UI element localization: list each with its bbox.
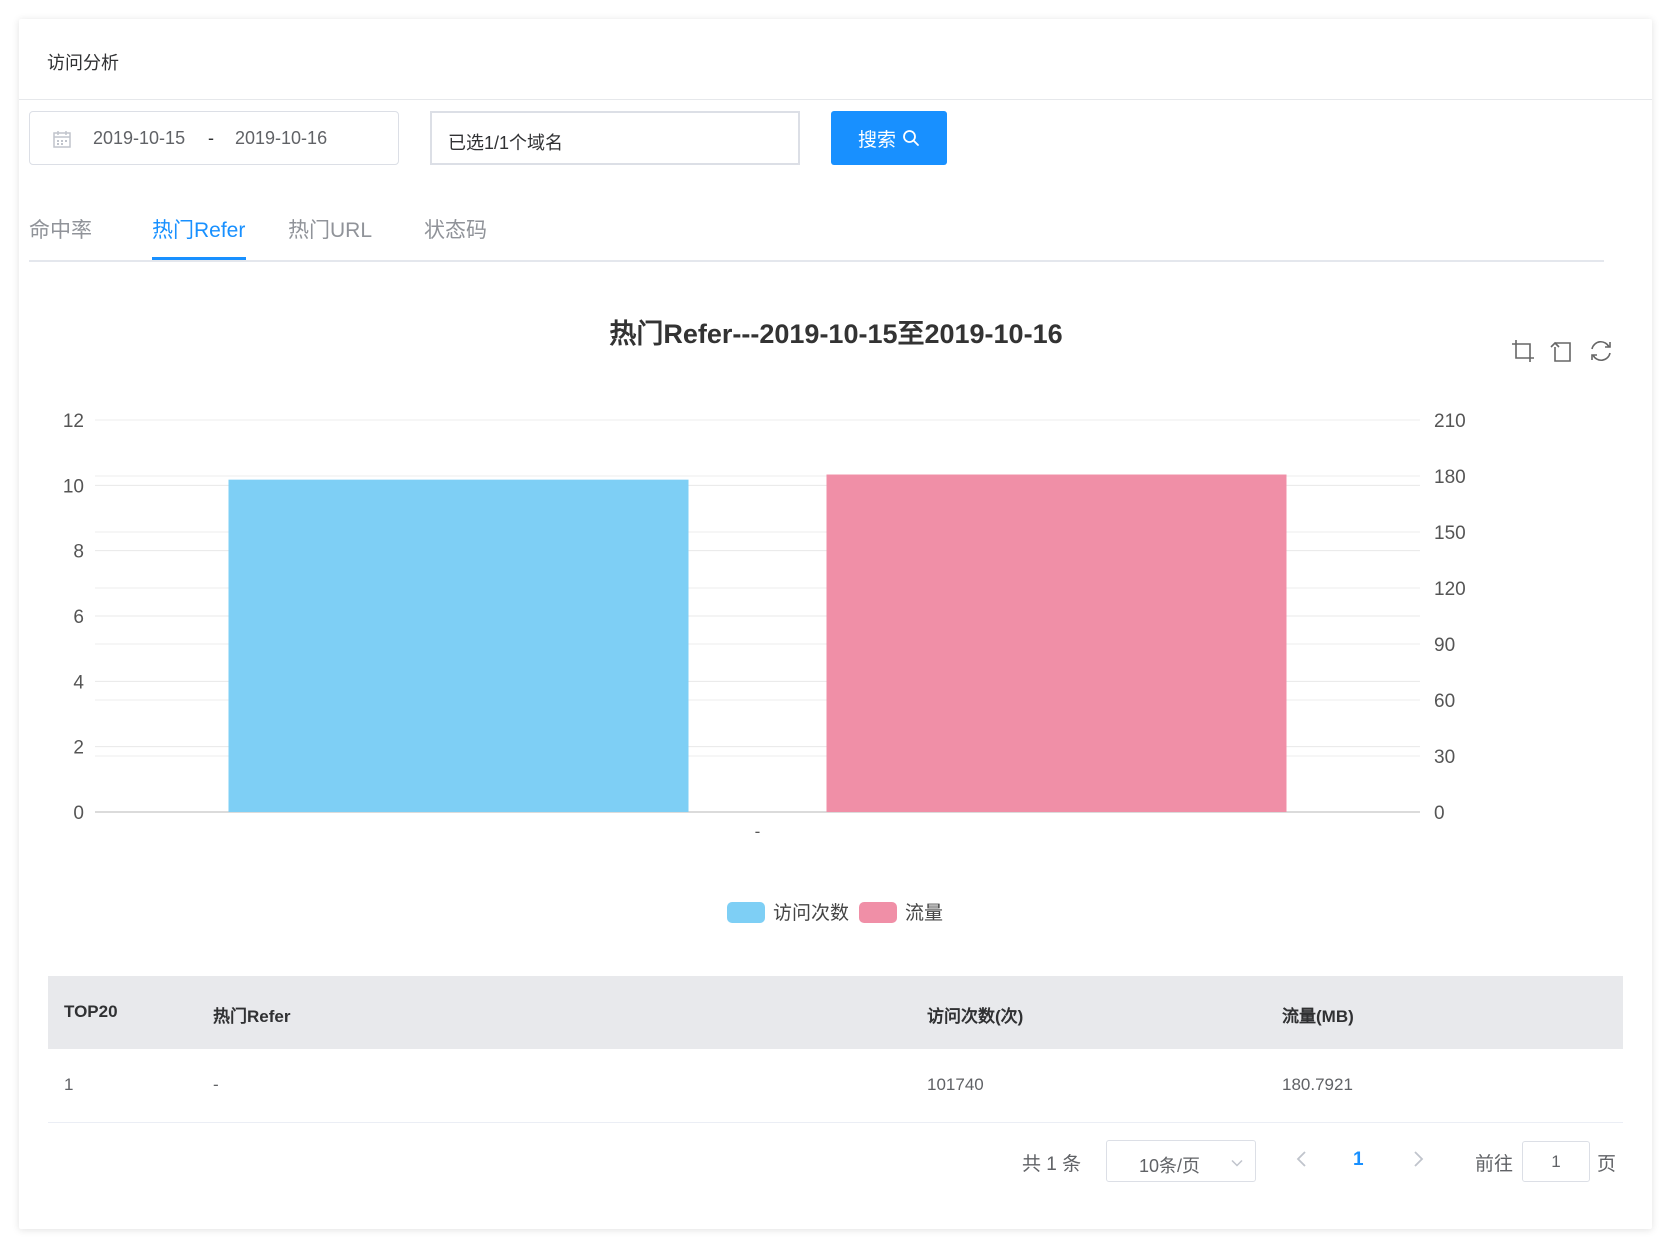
goto-page-input[interactable] xyxy=(1522,1141,1590,1182)
y-right-tick-label: 120 xyxy=(1434,579,1466,600)
y-left-tick-label: 0 xyxy=(73,803,84,824)
bar-visits xyxy=(228,479,689,812)
y-right-tick-label: 150 xyxy=(1434,523,1466,544)
y-left-tick-label: 8 xyxy=(73,542,84,563)
x-category-label: - xyxy=(755,822,761,841)
y-right-tick-label: 0 xyxy=(1434,803,1445,824)
header-hot-refer: 热门Refer xyxy=(213,1007,291,1026)
header-top20: TOP20 xyxy=(64,1002,118,1021)
page-unit-label: 页 xyxy=(1597,1154,1617,1175)
page-size-select[interactable]: 10条/页 xyxy=(1106,1140,1256,1182)
y-right-tick-label: 30 xyxy=(1434,747,1455,768)
table-header: TOP20 热门Refer 访问次数(次) 流量(MB) xyxy=(48,976,1623,1049)
cell-refer: - xyxy=(213,1075,219,1094)
chevron-down-icon xyxy=(1231,1159,1243,1167)
y-right-tick-label: 90 xyxy=(1434,635,1455,656)
next-page-icon[interactable] xyxy=(1410,1149,1426,1169)
table-row[interactable]: 1 - 101740 180.7921 xyxy=(48,1049,1623,1123)
legend-swatch xyxy=(859,902,897,923)
refer-table: TOP20 热门Refer 访问次数(次) 流量(MB) 1 - 101740 … xyxy=(48,976,1623,1123)
legend-label: 流量 xyxy=(905,902,943,924)
page-size-value: 10条/页 xyxy=(1139,1156,1201,1176)
y-left-tick-label: 6 xyxy=(73,607,84,628)
cell-traffic: 180.7921 xyxy=(1282,1075,1353,1094)
bar-chart: 0246810120306090120150180210-访问次数 流量 xyxy=(63,411,1466,924)
pagination-total: 共 1 条 xyxy=(1022,1154,1082,1175)
prev-page-icon[interactable] xyxy=(1294,1149,1310,1169)
header-traffic: 流量(MB) xyxy=(1282,1007,1354,1026)
y-left-tick-label: 10 xyxy=(63,476,84,497)
y-left-tick-label: 4 xyxy=(73,672,84,693)
cell-visits: 101740 xyxy=(927,1075,984,1094)
y-left-tick-label: 12 xyxy=(63,411,84,432)
bar-traffic xyxy=(826,474,1287,812)
y-right-tick-label: 210 xyxy=(1434,411,1466,432)
legend-swatch xyxy=(727,902,765,923)
cell-rank: 1 xyxy=(64,1075,74,1094)
y-right-tick-label: 180 xyxy=(1434,467,1466,488)
legend-label: 访问次数 xyxy=(773,902,849,924)
page-number-current[interactable]: 1 xyxy=(1353,1149,1364,1171)
y-right-tick-label: 60 xyxy=(1434,691,1455,712)
y-left-tick-label: 2 xyxy=(73,738,84,759)
goto-label: 前往 xyxy=(1475,1154,1514,1175)
header-visits: 访问次数(次) xyxy=(927,1007,1024,1026)
